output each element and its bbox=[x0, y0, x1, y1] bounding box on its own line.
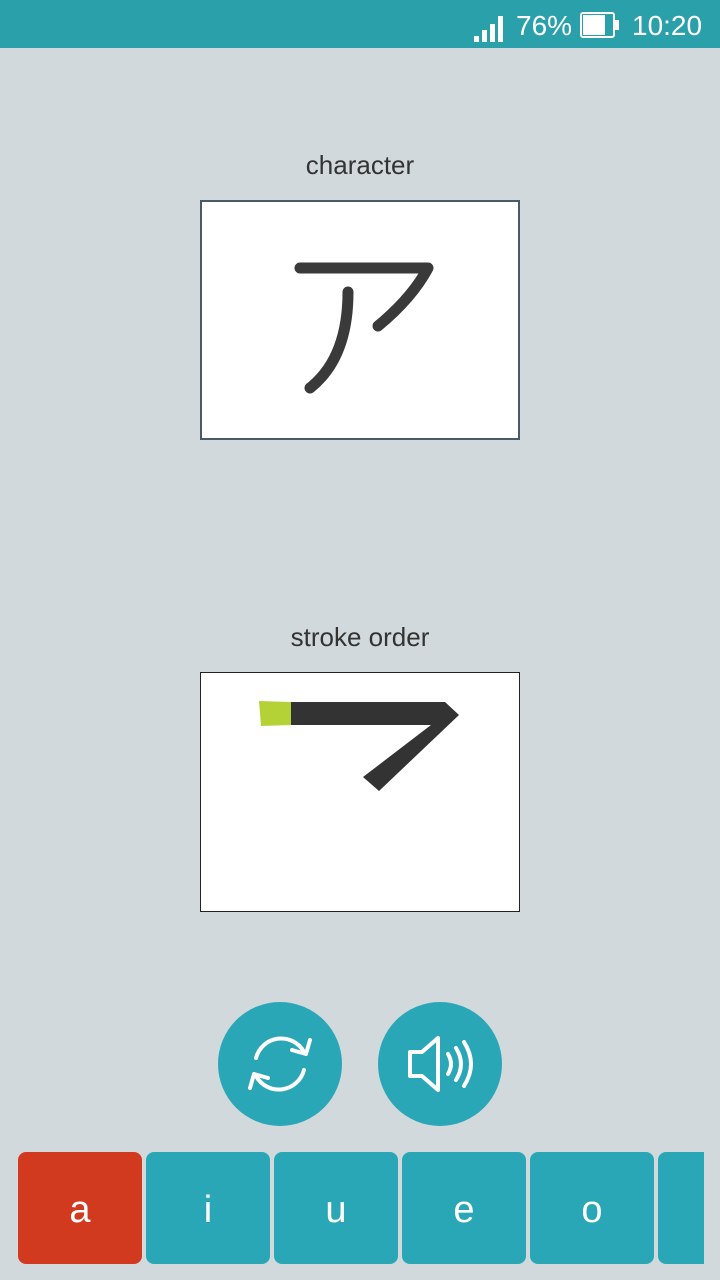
vowel-tab-bar: a i u e o k bbox=[18, 1152, 704, 1264]
battery-percent: 76% bbox=[516, 10, 573, 41]
vowel-tab-o[interactable]: o bbox=[530, 1152, 654, 1264]
stroke-animation bbox=[259, 701, 459, 791]
katakana-a-glyph bbox=[294, 262, 434, 394]
vowel-tab-i[interactable]: i bbox=[146, 1152, 270, 1264]
character-display bbox=[200, 200, 520, 440]
replay-button[interactable] bbox=[218, 1002, 342, 1126]
character-label: character bbox=[305, 150, 415, 180]
stroke-order-display bbox=[200, 672, 520, 912]
sound-button[interactable] bbox=[378, 1002, 502, 1126]
cell-signal-icon bbox=[474, 16, 503, 42]
vowel-tab-e[interactable]: e bbox=[402, 1152, 526, 1264]
stroke-order-label: stroke order bbox=[290, 622, 430, 652]
clock: 10:20 bbox=[632, 10, 703, 41]
replay-icon bbox=[248, 1036, 312, 1092]
vowel-tab-u[interactable]: u bbox=[274, 1152, 398, 1264]
status-bar: 76% 10:20 bbox=[0, 0, 720, 48]
battery-icon bbox=[580, 12, 619, 38]
speaker-icon bbox=[408, 1036, 473, 1092]
vowel-tab-k[interactable]: k bbox=[658, 1152, 704, 1264]
vowel-tab-a[interactable]: a bbox=[18, 1152, 142, 1264]
